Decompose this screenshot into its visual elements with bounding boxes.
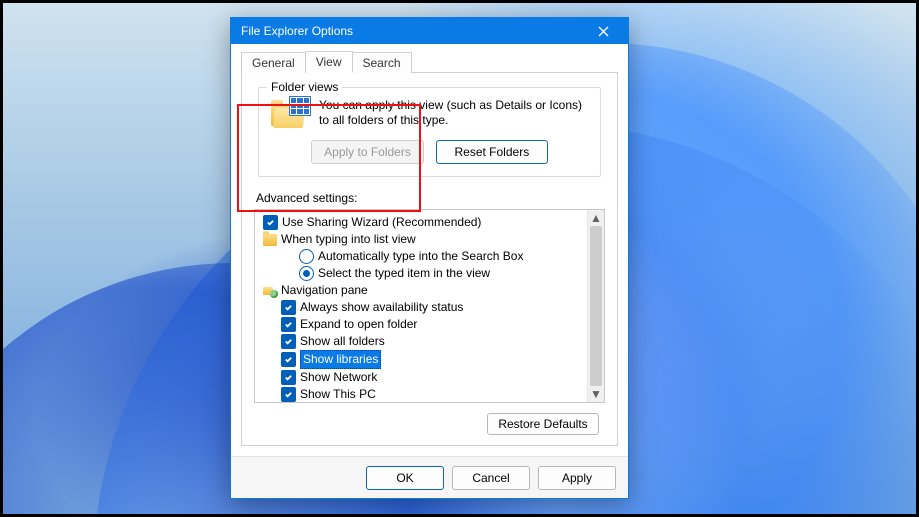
tree-item[interactable]: Navigation pane [261, 282, 585, 299]
tree-item-label: Show libraries [300, 350, 381, 369]
radio-icon[interactable] [299, 266, 314, 281]
ok-button[interactable]: OK [366, 466, 444, 490]
checkbox-icon[interactable] [281, 387, 296, 402]
folder-icon [263, 234, 277, 246]
tree-item[interactable]: Show all folders [261, 333, 585, 350]
tab-strip: General View Search [241, 50, 618, 72]
restore-defaults-button[interactable]: Restore Defaults [487, 413, 599, 435]
desktop-wallpaper: File Explorer Options General View Searc… [3, 3, 916, 514]
folder-views-icon [269, 98, 309, 132]
tree-item[interactable]: Use Sharing Wizard (Recommended) [261, 214, 585, 231]
tree-item[interactable]: Show This PC [261, 386, 585, 402]
checkbox-icon[interactable] [281, 370, 296, 385]
advanced-settings-label: Advanced settings: [256, 191, 605, 205]
folder-views-legend: Folder views [267, 80, 342, 94]
tree-item-label: Show This PC [300, 386, 376, 402]
tree-item-label: Expand to open folder [300, 316, 417, 333]
tree-item-label: Automatically type into the Search Box [318, 248, 523, 265]
tab-page-view: Folder views You can apply this view (su… [241, 72, 618, 446]
scroll-up-icon[interactable]: ▲ [588, 210, 604, 226]
tree-item[interactable]: Always show availability status [261, 299, 585, 316]
dialog-footer: OK Cancel Apply [231, 456, 628, 498]
file-explorer-options-dialog: File Explorer Options General View Searc… [230, 17, 629, 499]
tree-item[interactable]: Show libraries [261, 350, 585, 369]
scroll-thumb[interactable] [590, 226, 602, 386]
tree-item-label: Select the typed item in the view [318, 265, 490, 282]
apply-button[interactable]: Apply [538, 466, 616, 490]
tree-item[interactable]: Automatically type into the Search Box [261, 248, 585, 265]
reset-folders-button[interactable]: Reset Folders [436, 140, 548, 164]
advanced-settings-tree[interactable]: Use Sharing Wizard (Recommended)When typ… [254, 209, 605, 403]
scroll-down-icon[interactable]: ▼ [588, 386, 604, 402]
tree-scrollbar[interactable]: ▲ ▼ [587, 210, 604, 402]
folder-views-description: You can apply this view (such as Details… [319, 98, 590, 128]
checkbox-icon[interactable] [281, 352, 296, 367]
tab-general[interactable]: General [241, 52, 306, 73]
tree-item-label: Use Sharing Wizard (Recommended) [282, 214, 481, 231]
window-title: File Explorer Options [241, 24, 584, 38]
tree-item-label: Show all folders [300, 333, 385, 350]
titlebar[interactable]: File Explorer Options [231, 18, 628, 44]
tree-item-label: Navigation pane [281, 282, 368, 299]
cancel-button[interactable]: Cancel [452, 466, 530, 490]
tree-item[interactable]: When typing into list view [261, 231, 585, 248]
tree-item[interactable]: Show Network [261, 369, 585, 386]
close-icon [598, 26, 609, 37]
tree-item-label: Show Network [300, 369, 377, 386]
tree-item[interactable]: Expand to open folder [261, 316, 585, 333]
checkbox-icon[interactable] [281, 317, 296, 332]
tree-item[interactable]: Select the typed item in the view [261, 265, 585, 282]
radio-icon[interactable] [299, 249, 314, 264]
navigation-pane-icon [263, 285, 277, 297]
tree-item-label: When typing into list view [281, 231, 416, 248]
tree-item-label: Always show availability status [300, 299, 463, 316]
tab-search[interactable]: Search [353, 52, 412, 73]
apply-to-folders-button: Apply to Folders [311, 140, 424, 164]
checkbox-icon[interactable] [263, 215, 278, 230]
folder-views-group: Folder views You can apply this view (su… [258, 87, 601, 177]
close-button[interactable] [584, 20, 622, 42]
checkbox-icon[interactable] [281, 334, 296, 349]
checkbox-icon[interactable] [281, 300, 296, 315]
tab-view[interactable]: View [306, 51, 353, 73]
